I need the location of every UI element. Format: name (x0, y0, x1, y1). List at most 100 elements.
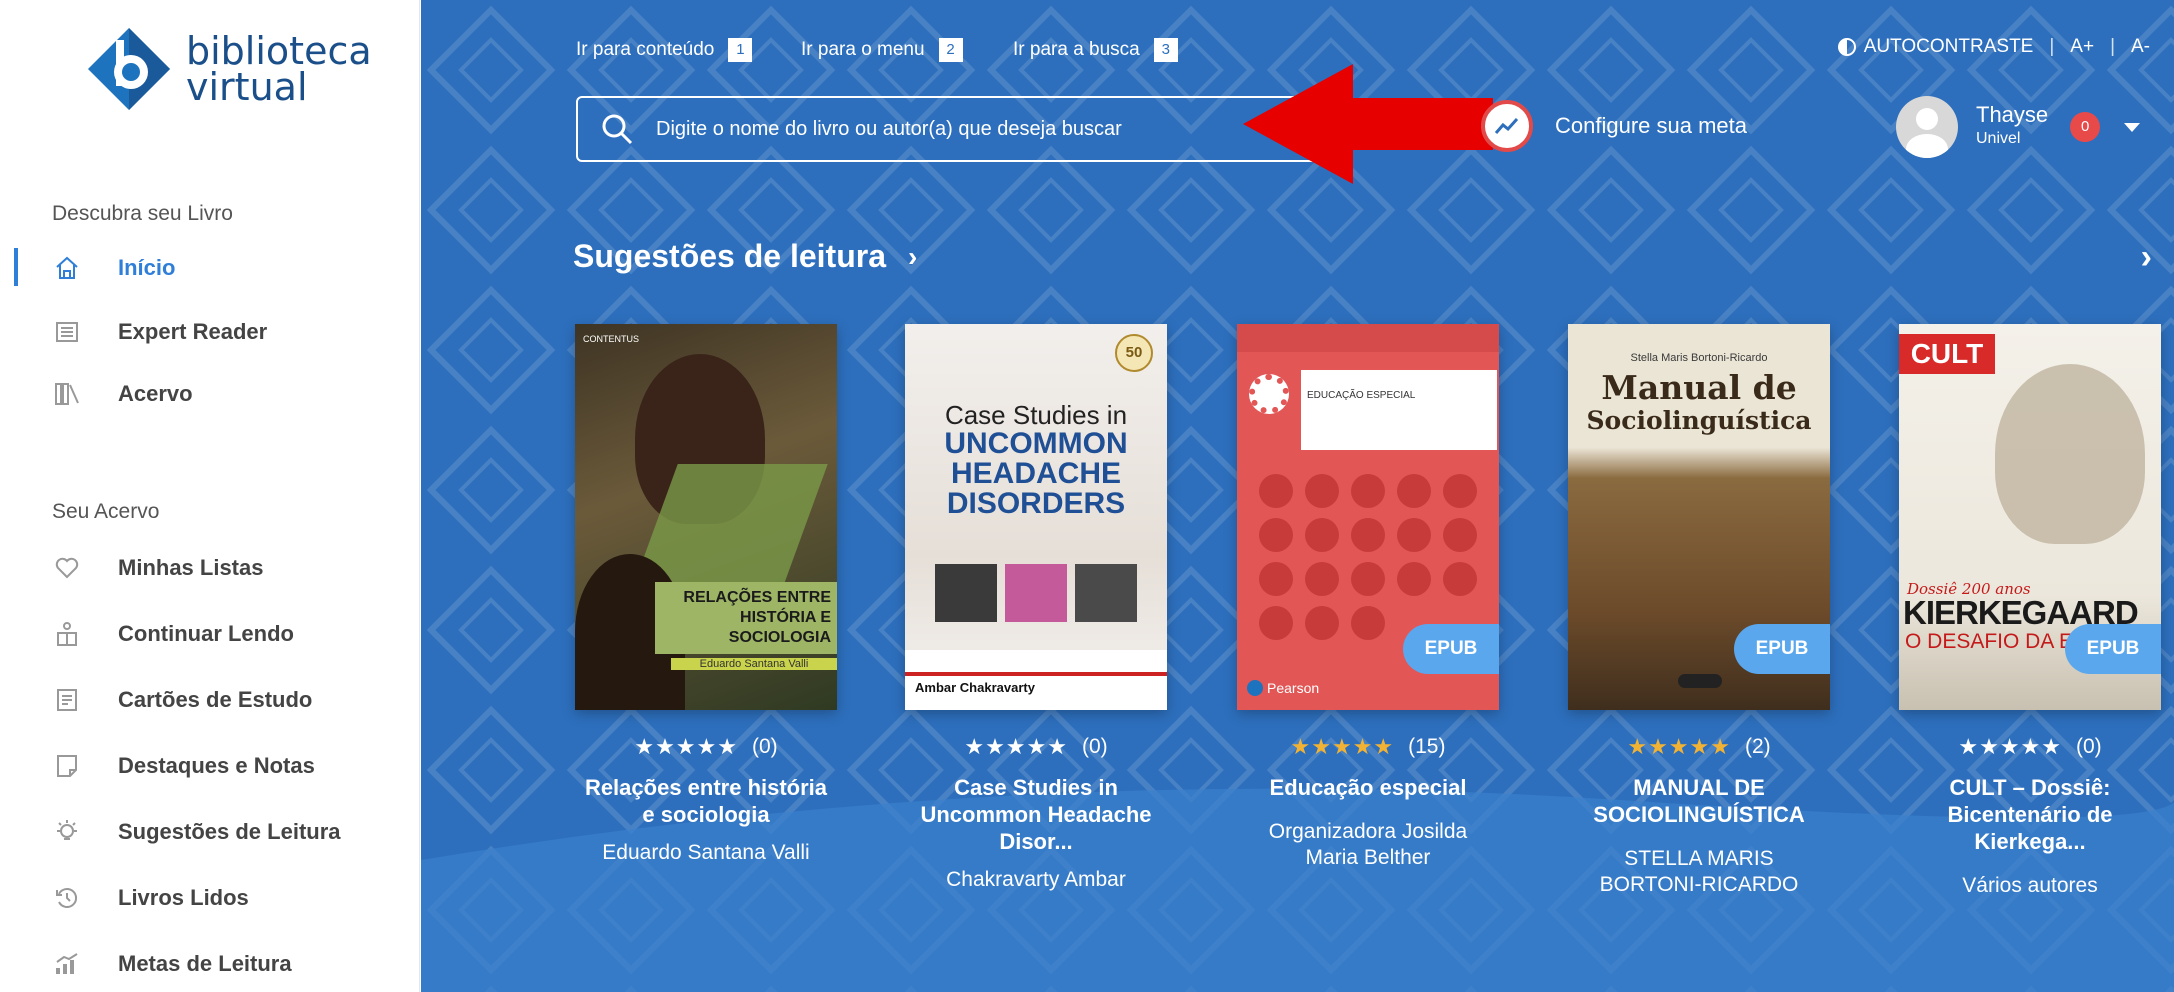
user-org: Univel (1976, 130, 2021, 147)
accessibility-controls: AUTOCONTRASTE | A+ | A- (1837, 36, 2150, 58)
rating-stars-icon: ★★★★★ (634, 734, 738, 759)
book-title[interactable]: MANUAL DE SOCIOLINGUÍSTICA (1568, 774, 1830, 828)
lightbulb-icon (52, 817, 82, 847)
expert-reader-icon (52, 317, 82, 347)
red-arrow-annotation-icon (1243, 64, 1493, 184)
sidebar-item-expert-reader[interactable]: Expert Reader (52, 312, 267, 352)
cover-line3: HEADACHE (950, 457, 1121, 490)
sidebar-item-cartoes-de-estudo[interactable]: Cartões de Estudo (52, 680, 312, 720)
review-count: (0) (2075, 735, 2102, 758)
logo-text: biblioteca virtual (186, 32, 372, 109)
skip-label: Ir para o menu (801, 39, 925, 60)
skip-key: 2 (938, 38, 963, 62)
carousel-next-button[interactable]: › (2141, 238, 2152, 277)
book-author: STELLA MARIS BORTONI-RICARDO (1599, 847, 1799, 896)
chevron-right-icon: › (907, 240, 918, 272)
divider: | (2110, 36, 2115, 57)
book-card[interactable]: Stella Maris Bortoni-Ricardo Manual de S… (1568, 324, 1830, 898)
book-author: Vários autores (1962, 874, 2098, 897)
book-title[interactable]: CULT – Dossiê: Bicentenário de Kierkega.… (1899, 774, 2161, 855)
logo-line2: virtual (186, 65, 308, 109)
book-cover[interactable]: CULT Dossiê 200 anos KIERKEGAARD O DESAF… (1899, 324, 2161, 710)
book-rating: ★★★★★ (15) (1237, 734, 1499, 760)
review-count: (15) (1408, 735, 1446, 758)
book-author: Chakravarty Ambar (946, 868, 1126, 891)
cover-publisher: Pearson (1247, 680, 1319, 696)
contrast-icon (1837, 38, 1856, 56)
book-cover[interactable]: CONTENTUS RELAÇÕES ENTRE HISTÓRIA E SOCI… (575, 324, 837, 710)
bookshelf-icon (52, 379, 82, 409)
section-title[interactable]: Sugestões de leitura › (573, 238, 917, 275)
review-count: (0) (1081, 735, 1108, 758)
font-increase-button[interactable]: A+ (2070, 36, 2094, 58)
pearson-logo-icon (1247, 680, 1263, 696)
epub-badge: EPUB (2065, 624, 2161, 674)
section-title-text: Sugestões de leitura (573, 238, 886, 274)
book-title[interactable]: Case Studies in Uncommon Headache Disor.… (905, 774, 1167, 855)
sidebar-item-inicio[interactable]: Início (52, 248, 175, 288)
sidebar-item-label: Livros Lidos (118, 885, 249, 910)
book-rating: ★★★★★ (0) (1899, 734, 2161, 760)
autocontrast-button[interactable]: AUTOCONTRASTE (1864, 36, 2034, 58)
sidebar-item-label: Continuar Lendo (118, 621, 294, 646)
sidebar-item-minhas-listas[interactable]: Minhas Listas (52, 548, 263, 588)
configure-goal-button[interactable]: Configure sua meta (1481, 100, 1747, 152)
rating-stars-icon: ★★★★★ (1958, 734, 2062, 759)
flashcard-icon (52, 685, 82, 715)
book-author: Organizadora Josilda Maria Belther (1268, 820, 1468, 869)
history-icon (52, 883, 82, 913)
sidebar-item-continuar-lendo[interactable]: Continuar Lendo (52, 614, 294, 654)
notification-badge[interactable]: 0 (2070, 112, 2101, 142)
main-content: Ir para conteúdo 1 Ir para o menu 2 Ir p… (421, 0, 2174, 992)
cover-line2: UNCOMMON (944, 427, 1128, 460)
sidebar-item-label: Acervo (118, 381, 193, 406)
cover-brand: CULT (1899, 334, 1995, 374)
heart-icon (52, 553, 82, 583)
cover-brand: CONTENTUS (583, 334, 639, 344)
search-placeholder: Digite o nome do livro ou autor(a) que d… (656, 117, 1122, 140)
sidebar-item-label: Metas de Leitura (118, 951, 292, 976)
skip-to-menu-link[interactable]: Ir para o menu 2 (801, 38, 963, 62)
skip-label: Ir para conteúdo (576, 39, 715, 60)
cover-author: Eduardo Santana Valli (671, 658, 837, 670)
book-card[interactable]: 50 Case Studies in UNCOMMON HEADACHE DIS… (905, 324, 1167, 893)
skip-key: 1 (728, 38, 753, 62)
book-title[interactable]: Educação especial (1237, 774, 1499, 801)
review-count: (2) (1744, 735, 1771, 758)
skip-to-search-link[interactable]: Ir para a busca 3 (1013, 38, 1178, 62)
book-card[interactable]: EDUCAÇÃO ESPECIAL Pearson EPUB ★★★★★ (15… (1237, 324, 1499, 871)
cover-author: Ambar Chakravarty (915, 680, 1035, 695)
divider: | (2049, 36, 2055, 57)
skip-key: 3 (1153, 38, 1178, 62)
book-cover[interactable]: EDUCAÇÃO ESPECIAL Pearson EPUB (1237, 324, 1499, 710)
search-input[interactable]: Digite o nome do livro ou autor(a) que d… (576, 96, 1334, 162)
sidebar-item-metas-de-leitura[interactable]: Metas de Leitura (52, 944, 292, 984)
logo[interactable]: biblioteca virtual (86, 26, 372, 112)
chevron-down-icon[interactable] (2124, 122, 2141, 132)
user-menu[interactable]: Thayse Univel 0 (1896, 96, 2141, 158)
sidebar-item-livros-lidos[interactable]: Livros Lidos (52, 878, 249, 918)
sidebar-item-sugestoes-de-leitura[interactable]: Sugestões de Leitura (52, 812, 341, 852)
book-card[interactable]: CONTENTUS RELAÇÕES ENTRE HISTÓRIA E SOCI… (575, 324, 837, 866)
book-title[interactable]: Relações entre história e sociologia (575, 774, 837, 828)
cover-brand: Pearson (1267, 680, 1320, 696)
font-decrease-button[interactable]: A- (2131, 36, 2150, 58)
review-count: (0) (751, 735, 778, 758)
cover-desc: O DESAFIO DA E (1905, 630, 2074, 653)
book-card[interactable]: CULT Dossiê 200 anos KIERKEGAARD O DESAF… (1899, 324, 2161, 899)
note-icon (52, 751, 82, 781)
book-cover[interactable]: 50 Case Studies in UNCOMMON HEADACHE DIS… (905, 324, 1167, 710)
rating-stars-icon: ★★★★★ (964, 734, 1068, 759)
sidebar-item-destaques-e-notas[interactable]: Destaques e Notas (52, 746, 315, 786)
book-cover[interactable]: Stella Maris Bortoni-Ricardo Manual de S… (1568, 324, 1830, 710)
sidebar-item-acervo[interactable]: Acervo (52, 374, 193, 414)
goal-chart-icon (52, 949, 82, 979)
goal-label: Configure sua meta (1555, 113, 1747, 138)
epub-badge: EPUB (1734, 624, 1830, 674)
cover-line2: Sociolinguística (1586, 406, 1812, 435)
cover-author: Stella Maris Bortoni-Ricardo (1630, 352, 1768, 364)
skip-to-content-link[interactable]: Ir para conteúdo 1 (576, 38, 753, 62)
book-rating: ★★★★★ (0) (905, 734, 1167, 760)
sidebar: biblioteca virtual Descubra seu Livro In… (0, 0, 420, 992)
sidebar-item-label: Cartões de Estudo (118, 687, 313, 712)
